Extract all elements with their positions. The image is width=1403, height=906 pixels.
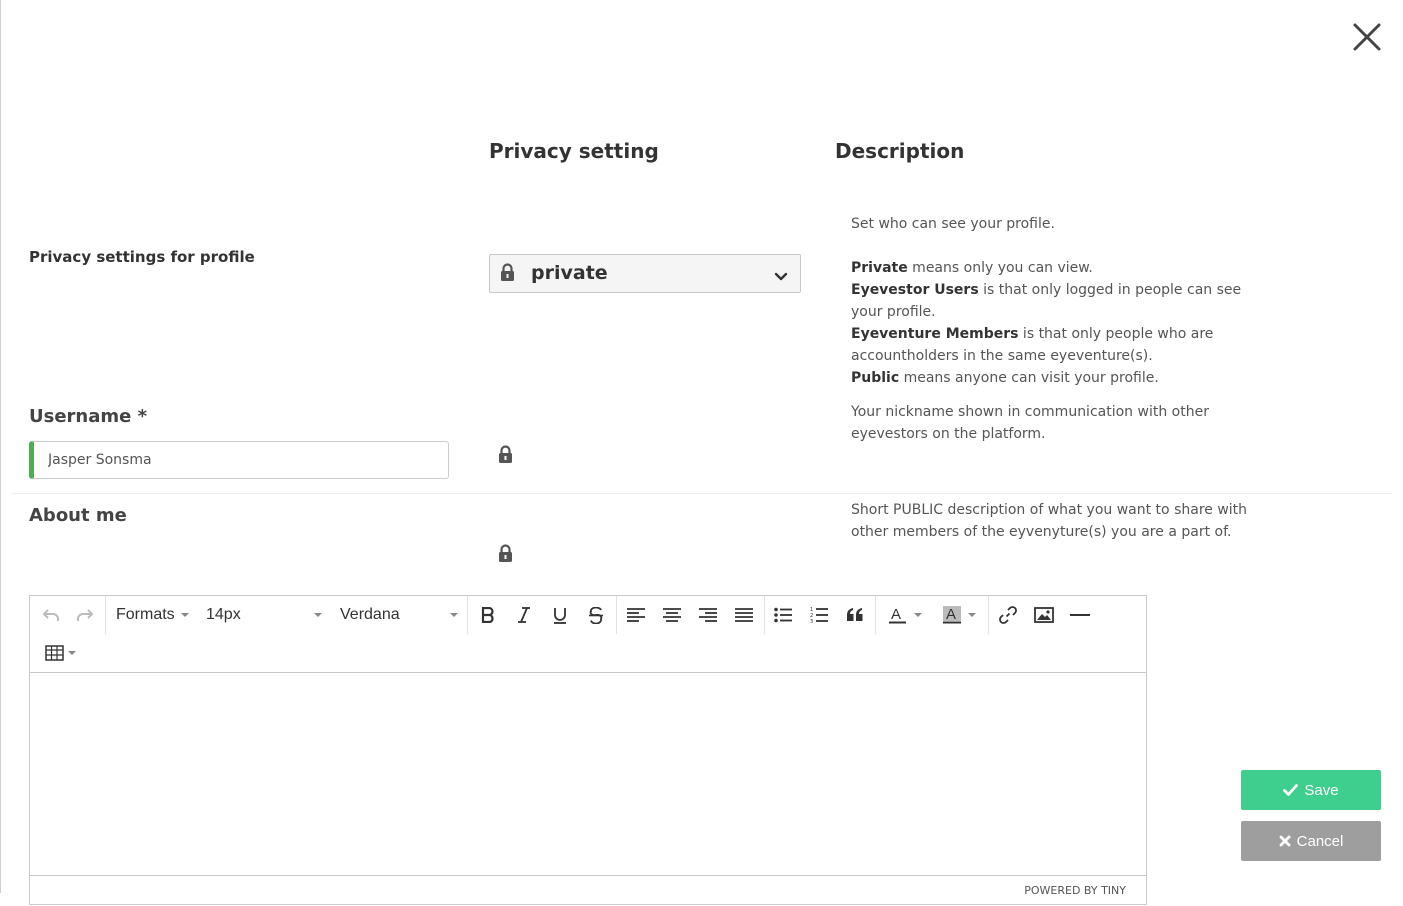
- lock-icon: [500, 263, 515, 286]
- italic-button[interactable]: [511, 602, 537, 628]
- undo-button[interactable]: [38, 602, 64, 628]
- bold-icon: [481, 607, 494, 623]
- times-icon: [1279, 835, 1291, 847]
- privacy-option-help-public: Public means anyone can visit your profi…: [851, 370, 1159, 386]
- numbered-list-icon: 123: [810, 607, 828, 624]
- font-size-dropdown[interactable]: 14px: [206, 602, 322, 628]
- undo-icon: [42, 609, 59, 621]
- about-me-label: About me: [29, 505, 127, 526]
- font-family-dropdown[interactable]: Verdana: [340, 602, 458, 628]
- privacy-profile-selected-value: private: [531, 262, 608, 284]
- username-label: Username *: [29, 406, 148, 427]
- privacy-profile-select[interactable]: private: [489, 254, 801, 293]
- italic-icon: [518, 607, 530, 623]
- background-color-icon: A: [943, 606, 961, 624]
- save-button[interactable]: Save: [1241, 770, 1381, 810]
- strikethrough-button[interactable]: [583, 602, 609, 628]
- text-color-icon: A: [889, 606, 906, 624]
- privacy-profile-description: Set who can see your profile. Private me…: [851, 213, 1271, 389]
- blockquote-button[interactable]: [842, 602, 868, 628]
- chevron-down-icon: [774, 267, 788, 286]
- underline-icon: [554, 607, 566, 624]
- svg-text:3: 3: [810, 619, 813, 624]
- image-button[interactable]: [1031, 602, 1057, 628]
- link-button[interactable]: [995, 602, 1021, 628]
- background-color-button[interactable]: A: [936, 602, 982, 628]
- about-me-description: Short PUBLIC description of what you wan…: [851, 502, 1248, 540]
- privacy-option-help-eyeventure-members: Eyeventure Members is that only people w…: [851, 326, 1214, 364]
- toolbar-separator: [616, 596, 617, 634]
- align-left-icon: [627, 608, 645, 622]
- privacy-option-help-eyevestor-users: Eyevestor Users is that only logged in p…: [851, 282, 1242, 320]
- redo-button[interactable]: [72, 602, 98, 628]
- bullet-list-button[interactable]: [770, 602, 796, 628]
- username-description: Your nickname shown in communication wit…: [851, 404, 1209, 442]
- horizontal-rule-button[interactable]: [1067, 602, 1093, 628]
- column-heading-description: Description: [835, 139, 965, 163]
- bold-button[interactable]: [475, 602, 501, 628]
- bullet-list-icon: [774, 607, 792, 623]
- powered-by-link[interactable]: POWERED BY TINY: [1024, 884, 1126, 897]
- align-left-button[interactable]: [623, 602, 649, 628]
- close-button[interactable]: [1350, 20, 1384, 54]
- text-color-button[interactable]: A: [882, 602, 928, 628]
- link-icon: [999, 606, 1017, 624]
- numbered-list-button[interactable]: 123: [806, 602, 832, 628]
- table-button[interactable]: [42, 640, 78, 666]
- username-input[interactable]: [29, 441, 449, 479]
- cancel-button-label: Cancel: [1296, 832, 1344, 850]
- toolbar-separator: [467, 596, 468, 634]
- blockquote-icon: [847, 608, 863, 621]
- formats-dropdown[interactable]: Formats: [116, 602, 189, 628]
- align-justify-button[interactable]: [731, 602, 757, 628]
- svg-text:A: A: [946, 606, 956, 623]
- table-icon: [44, 645, 64, 661]
- horizontal-rule-icon: [1070, 614, 1090, 616]
- underline-button[interactable]: [547, 602, 573, 628]
- toolbar-separator: [105, 596, 106, 634]
- align-center-button[interactable]: [659, 602, 685, 628]
- toolbar-separator: [875, 596, 876, 634]
- section-divider: [12, 493, 1392, 494]
- editor-toolbar: Formats 14px Verdana 1 2 3 A A: [30, 596, 1146, 673]
- redo-icon: [77, 609, 94, 621]
- cancel-button[interactable]: Cancel: [1241, 821, 1381, 861]
- lock-icon[interactable]: [498, 544, 513, 567]
- toolbar-separator: [988, 596, 989, 634]
- about-me-editor: Formats 14px Verdana 1 2 3 A A POWERED B…: [29, 595, 1147, 905]
- modal-left-border: [0, 0, 1, 893]
- close-icon: [1353, 23, 1381, 51]
- privacy-option-help-private: Private means only you can view.: [851, 260, 1093, 276]
- lock-icon[interactable]: [498, 445, 513, 468]
- align-justify-icon: [735, 608, 753, 622]
- strikethrough-icon: [589, 606, 603, 624]
- image-icon: [1034, 607, 1054, 623]
- align-right-button[interactable]: [695, 602, 721, 628]
- align-right-icon: [699, 608, 717, 622]
- privacy-description-intro: Set who can see your profile.: [851, 216, 1055, 232]
- save-button-label: Save: [1304, 781, 1339, 799]
- editor-content-area[interactable]: [30, 673, 1146, 875]
- editor-statusbar: POWERED BY TINY: [30, 875, 1146, 906]
- svg-text:A: A: [891, 606, 901, 623]
- toolbar-separator: [764, 596, 765, 634]
- align-center-icon: [663, 608, 681, 622]
- column-heading-privacy-setting: Privacy setting: [489, 139, 659, 163]
- check-icon: [1283, 784, 1299, 796]
- privacy-profile-label: Privacy settings for profile: [29, 248, 255, 266]
